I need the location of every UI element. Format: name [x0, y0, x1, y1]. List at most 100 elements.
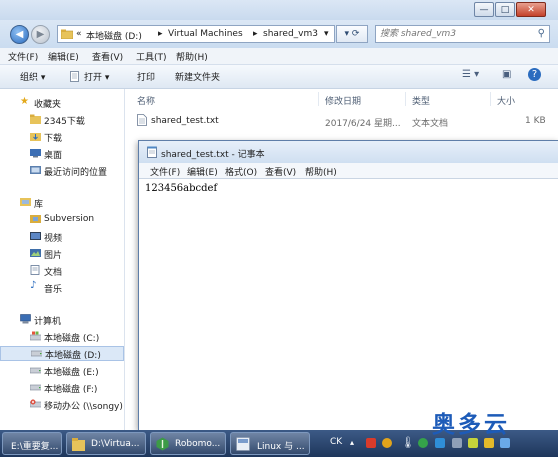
nav-item-drive-e[interactable]: 本地磁盘 (E:)	[0, 363, 124, 378]
folder-icon	[72, 438, 85, 451]
view-options-icon[interactable]: ☰ ▾	[462, 69, 479, 80]
address-prefix: «	[76, 29, 82, 39]
taskbar-button-explorer-d[interactable]: D:\Virtua...	[66, 432, 146, 455]
search-icon[interactable]: ⚲	[538, 28, 545, 39]
notepad-menu-view[interactable]: 查看(V)	[265, 165, 296, 178]
arrow-right-icon: ▶	[36, 29, 45, 40]
nav-item-subversion[interactable]: Subversion	[0, 212, 124, 227]
column-separator[interactable]	[318, 92, 319, 106]
notepad-menu-help[interactable]: 帮助(H)	[305, 165, 337, 178]
print-button[interactable]: 打印	[137, 70, 155, 83]
arrow-left-icon: ◀	[15, 29, 24, 40]
disconnected-network-drive-icon	[30, 399, 41, 408]
column-header-size[interactable]: 大小	[497, 94, 515, 107]
navigation-bar: ◀ ▶ « 本地磁盘 (D:) ▸ Virtual Machines ▸ sha…	[0, 20, 558, 48]
file-size: 1 KB	[525, 116, 546, 126]
title-bar[interactable]: — □ ✕	[0, 0, 558, 20]
menu-bar: 文件(F) 编辑(E) 查看(V) 工具(T) 帮助(H)	[0, 48, 558, 65]
tray-arrow-icon[interactable]: ▴	[350, 438, 354, 447]
file-type: 文本文档	[412, 119, 449, 129]
nav-item-drive-d[interactable]: 本地磁盘 (D:)	[0, 346, 124, 361]
taskbar-button-explorer-e[interactable]: E:\重要复...	[2, 432, 62, 455]
nav-item-recent-places[interactable]: 最近访问的位置	[0, 163, 124, 178]
column-header-name[interactable]: 名称	[137, 94, 155, 107]
close-button[interactable]: ✕	[516, 2, 546, 17]
hard-drive-icon	[31, 350, 42, 357]
nav-item-2345-downloads[interactable]: 2345下载	[0, 112, 124, 127]
column-header-date[interactable]: 修改日期	[325, 94, 361, 107]
tray-app-icon[interactable]	[484, 438, 494, 448]
tray-shield-icon[interactable]	[382, 438, 392, 448]
breadcrumb-virtual-machines[interactable]: Virtual Machines	[168, 29, 243, 39]
refresh-button[interactable]: ▾ ⟳	[336, 25, 368, 43]
breadcrumb-drive[interactable]: 本地磁盘 (D:)	[86, 29, 142, 42]
video-icon	[30, 232, 41, 240]
taskbar-button-linux[interactable]: Linux 与 ...	[230, 432, 310, 455]
nav-item-network-drive[interactable]: 移动办公 (\\songy)	[0, 397, 124, 412]
search-box[interactable]: ⚲	[375, 25, 550, 43]
table-row[interactable]: shared_test.txt 2017/6/24 星期... 文本文档 1 K…	[125, 111, 558, 129]
maximize-button[interactable]: □	[495, 2, 515, 17]
documents-icon	[30, 265, 40, 275]
taskbar-button-robomongo[interactable]: Robomo...	[150, 432, 226, 455]
nav-item-desktop[interactable]: 桌面	[0, 146, 124, 161]
nav-computer[interactable]: 计算机	[0, 312, 124, 327]
search-input[interactable]	[380, 28, 530, 40]
computer-icon	[20, 314, 31, 324]
tray-ime-indicator[interactable]: CK	[330, 437, 342, 447]
tray-network-icon[interactable]	[452, 438, 462, 448]
help-icon[interactable]: ?	[528, 68, 541, 81]
library-icon	[20, 198, 31, 206]
music-note-icon: ♪	[30, 280, 37, 291]
breadcrumb-separator: ▸	[158, 29, 163, 39]
tray-app-icon[interactable]	[500, 438, 510, 448]
folder-icon	[30, 114, 41, 124]
menu-tools[interactable]: 工具(T)	[136, 50, 167, 63]
column-header-type[interactable]: 类型	[412, 94, 430, 107]
notepad-text-area[interactable]: 123456abcdef	[139, 179, 558, 431]
minimize-button[interactable]: —	[474, 2, 494, 17]
column-separator[interactable]	[490, 92, 491, 106]
address-dropdown-icon[interactable]: ▾	[324, 29, 329, 39]
navigation-pane: ★ 收藏夹 2345下载 下载 桌面 最近访问的位置 库 Subversion	[0, 89, 125, 430]
nav-item-drive-c[interactable]: 本地磁盘 (C:)	[0, 329, 124, 344]
nav-libraries[interactable]: 库	[0, 195, 124, 210]
notepad-menu-file[interactable]: 文件(F)	[150, 165, 180, 178]
new-folder-button[interactable]: 新建文件夹	[175, 70, 220, 83]
hard-drive-icon	[30, 367, 41, 374]
nav-item-documents[interactable]: 文档	[0, 263, 124, 278]
menu-view[interactable]: 查看(V)	[92, 50, 123, 63]
tray-app-icon[interactable]	[366, 438, 376, 448]
back-button[interactable]: ◀	[10, 25, 29, 44]
menu-help[interactable]: 帮助(H)	[176, 50, 208, 63]
nav-item-drive-f[interactable]: 本地磁盘 (F:)	[0, 380, 124, 395]
column-separator[interactable]	[405, 92, 406, 106]
file-date: 2017/6/24 星期...	[325, 119, 401, 129]
notepad-icon	[147, 146, 157, 158]
notepad-title: shared_test.txt - 记事本	[161, 150, 265, 160]
nav-favorites[interactable]: ★ 收藏夹	[0, 95, 124, 110]
tray-app-icon[interactable]	[435, 438, 445, 448]
notepad-menu-format[interactable]: 格式(O)	[225, 165, 257, 178]
open-button[interactable]: 打开 ▾	[84, 70, 109, 83]
preview-pane-icon[interactable]: ▣	[502, 69, 511, 80]
nav-item-downloads[interactable]: 下载	[0, 129, 124, 144]
breadcrumb-shared-vm3[interactable]: shared_vm3	[263, 29, 318, 39]
forward-button[interactable]: ▶	[31, 25, 50, 44]
notepad-menu-edit[interactable]: 编辑(E)	[187, 165, 218, 178]
organize-button[interactable]: 组织 ▾	[20, 70, 45, 83]
tray-app-icon[interactable]	[418, 438, 428, 448]
nav-item-music[interactable]: ♪ 音乐	[0, 280, 124, 295]
downloads-folder-icon	[30, 133, 41, 141]
menu-file[interactable]: 文件(F)	[8, 50, 38, 63]
notepad-title-bar[interactable]: shared_test.txt - 记事本	[139, 141, 558, 163]
watermark-logo: 奥多云	[432, 412, 510, 438]
tray-temperature-icon[interactable]: 🌡	[401, 436, 415, 449]
menu-edit[interactable]: 编辑(E)	[48, 50, 79, 63]
desktop-icon	[30, 149, 41, 158]
nav-item-pictures[interactable]: 图片	[0, 246, 124, 261]
nav-item-videos[interactable]: 视频	[0, 229, 124, 244]
address-bar[interactable]: « 本地磁盘 (D:) ▸ Virtual Machines ▸ shared_…	[57, 25, 335, 43]
tray-app-icon[interactable]	[468, 438, 478, 448]
folder-icon	[61, 29, 73, 39]
